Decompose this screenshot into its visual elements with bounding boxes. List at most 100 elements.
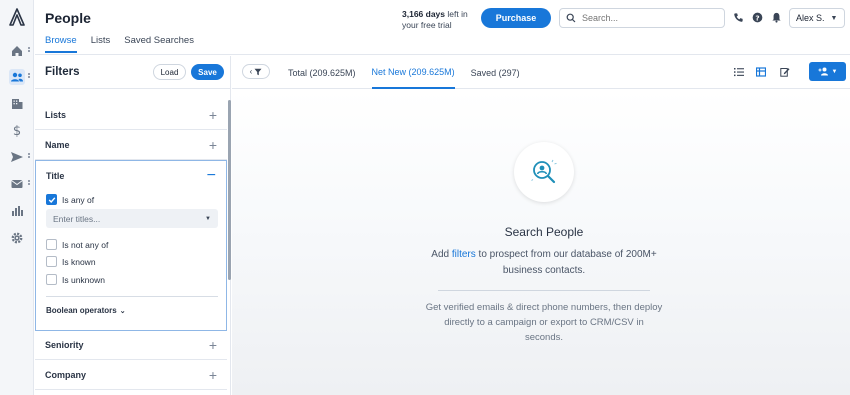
chevron-down-icon: ▼ bbox=[830, 14, 838, 22]
plus-icon[interactable]: + bbox=[209, 337, 217, 353]
plus-icon[interactable]: + bbox=[209, 367, 217, 383]
option-is-unknown[interactable]: Is unknown bbox=[46, 274, 105, 285]
filter-label: Seniority bbox=[45, 339, 84, 350]
phone-icon[interactable] bbox=[732, 11, 744, 23]
boolean-operators-toggle[interactable]: Boolean operators ⌄ bbox=[46, 306, 126, 315]
chevron-down-icon: ⌄ bbox=[119, 307, 126, 315]
analytics-icon[interactable] bbox=[9, 203, 25, 219]
desc-prefix: Add bbox=[431, 249, 452, 260]
tab-saved-searches[interactable]: Saved Searches bbox=[124, 35, 194, 53]
checkbox[interactable] bbox=[46, 239, 57, 250]
filters-scrollbar[interactable] bbox=[228, 100, 231, 280]
option-label: Is unknown bbox=[62, 274, 105, 285]
select-placeholder: Enter titles... bbox=[53, 213, 101, 224]
rail-more-icon bbox=[28, 180, 31, 188]
page-title: People bbox=[45, 10, 91, 26]
table-view-icon[interactable] bbox=[755, 66, 767, 78]
results-toolbar: ‹ Total (209.625M) Net New (209.625M) Sa… bbox=[232, 56, 850, 89]
tab-browse[interactable]: Browse bbox=[45, 35, 77, 53]
filter-label: Lists bbox=[45, 109, 67, 120]
trial-text-1: left in bbox=[445, 9, 468, 19]
plus-icon[interactable]: + bbox=[209, 137, 217, 153]
filters-link[interactable]: filters bbox=[452, 249, 476, 260]
filters-panel: Filters Load Save Lists + Name + Title −… bbox=[35, 56, 231, 395]
chevron-left-icon: ‹ bbox=[249, 67, 253, 76]
tab-total[interactable]: Total (209.625M) bbox=[288, 56, 356, 89]
chevron-down-icon: ▼ bbox=[205, 215, 211, 222]
empty-state: Search People Add filters to prospect fr… bbox=[232, 90, 850, 395]
rail-more-icon bbox=[28, 153, 31, 161]
tab-lists[interactable]: Lists bbox=[91, 35, 111, 53]
send-icon[interactable] bbox=[9, 149, 25, 165]
rail-more-icon bbox=[28, 73, 31, 81]
option-is-not-any-of[interactable]: Is not any of bbox=[46, 239, 108, 250]
global-search[interactable] bbox=[559, 8, 725, 28]
add-person-button[interactable]: ▼ bbox=[809, 62, 846, 81]
purchase-button[interactable]: Purchase bbox=[481, 8, 551, 28]
empty-state-title: Search People bbox=[504, 225, 584, 239]
collapse-filters-button[interactable]: ‹ bbox=[242, 64, 270, 79]
option-label: Is known bbox=[62, 256, 96, 267]
search-input[interactable] bbox=[582, 13, 712, 23]
apollo-logo-icon[interactable] bbox=[9, 8, 25, 26]
divider bbox=[46, 296, 218, 297]
option-is-any-of[interactable]: Is any of bbox=[46, 194, 94, 205]
option-label: Is any of bbox=[62, 194, 95, 205]
plus-icon[interactable]: + bbox=[209, 107, 217, 123]
user-name: Alex S. bbox=[796, 13, 825, 23]
people-icon[interactable] bbox=[9, 69, 25, 85]
nav-tabs: Browse Lists Saved Searches bbox=[45, 35, 194, 53]
filters-title: Filters bbox=[45, 66, 80, 78]
svg-text:?: ? bbox=[755, 13, 759, 22]
bell-icon[interactable] bbox=[770, 11, 782, 23]
search-icon bbox=[566, 13, 576, 23]
filter-label: Name bbox=[45, 139, 70, 150]
search-people-icon bbox=[514, 142, 574, 202]
building-icon[interactable] bbox=[9, 96, 25, 112]
filter-lists[interactable]: Lists + bbox=[35, 100, 227, 130]
filter-seniority[interactable]: Seniority + bbox=[35, 330, 227, 360]
filter-company[interactable]: Company + bbox=[35, 360, 227, 390]
titles-select[interactable]: Enter titles... ▼ bbox=[46, 209, 218, 228]
checkbox-checked[interactable] bbox=[46, 194, 57, 205]
filter-label: Company bbox=[45, 369, 87, 380]
results-area: ‹ Total (209.625M) Net New (209.625M) Sa… bbox=[232, 56, 850, 395]
empty-state-description: Add filters to prospect from our databas… bbox=[424, 247, 664, 279]
option-is-known[interactable]: Is known bbox=[46, 256, 96, 267]
boolean-operators-label: Boolean operators bbox=[46, 306, 117, 315]
desc-suffix: to prospect from our database of 200M+ b… bbox=[475, 249, 657, 276]
mail-icon[interactable] bbox=[9, 176, 25, 192]
svg-text:$: $ bbox=[13, 124, 21, 137]
check-icon bbox=[48, 196, 55, 203]
filter-title[interactable]: Title − bbox=[36, 161, 226, 191]
load-button[interactable]: Load bbox=[153, 64, 186, 80]
tab-saved[interactable]: Saved (297) bbox=[471, 56, 520, 89]
chevron-down-icon: ▼ bbox=[831, 68, 838, 75]
trial-days: 3,166 days bbox=[402, 9, 446, 19]
app-header: People Browse Lists Saved Searches 3,166… bbox=[35, 0, 850, 55]
left-rail: $ bbox=[0, 0, 34, 395]
checkbox[interactable] bbox=[46, 256, 57, 267]
dollar-icon[interactable]: $ bbox=[9, 122, 25, 138]
edit-icon[interactable] bbox=[779, 66, 791, 78]
minus-icon[interactable]: − bbox=[207, 167, 216, 185]
filter-icon bbox=[254, 68, 262, 75]
list-view-icon[interactable] bbox=[733, 66, 745, 78]
home-icon[interactable] bbox=[9, 43, 25, 59]
filter-name[interactable]: Name + bbox=[35, 130, 227, 160]
settings-icon[interactable] bbox=[9, 230, 25, 246]
tab-net-new[interactable]: Net New (209.625M) bbox=[371, 56, 455, 89]
help-icon[interactable]: ? bbox=[751, 11, 763, 23]
filter-label: Title bbox=[46, 171, 65, 181]
checkbox[interactable] bbox=[46, 274, 57, 285]
empty-state-note: Get verified emails & direct phone numbe… bbox=[425, 302, 663, 343]
result-tabs: Total (209.625M) Net New (209.625M) Save… bbox=[288, 56, 520, 89]
save-button[interactable]: Save bbox=[191, 64, 224, 80]
trial-notice: 3,166 days left in your free trial bbox=[402, 9, 468, 31]
divider bbox=[438, 290, 650, 291]
filter-title-expanded: Title − Is any of Enter titles... ▼ Is n… bbox=[35, 160, 227, 331]
add-person-icon bbox=[818, 67, 828, 76]
option-label: Is not any of bbox=[62, 239, 109, 250]
filters-header: Filters Load Save bbox=[35, 56, 231, 89]
user-menu[interactable]: Alex S. ▼ bbox=[789, 8, 845, 28]
